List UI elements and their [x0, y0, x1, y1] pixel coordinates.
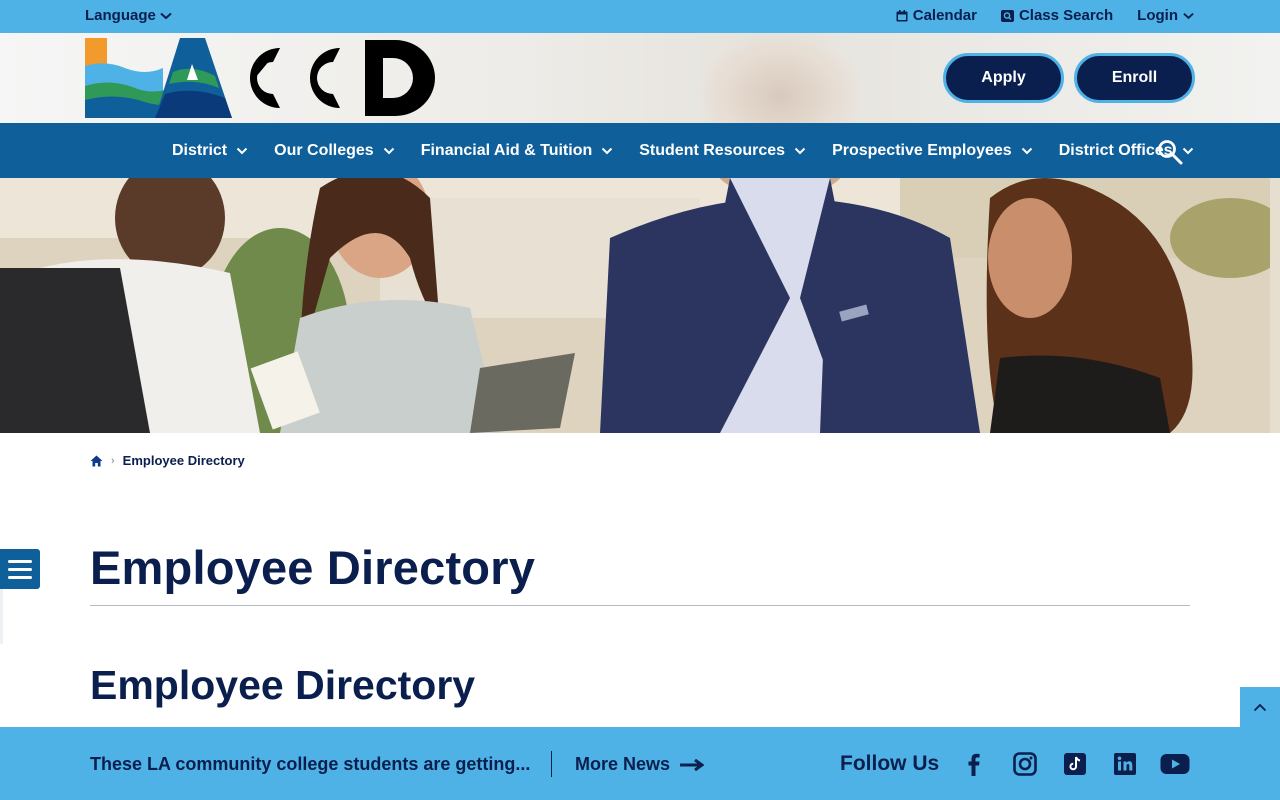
calendar-label: Calendar: [912, 7, 977, 24]
nav-label: Financial Aid & Tuition: [420, 141, 593, 159]
tiktok-icon[interactable]: [1063, 752, 1087, 776]
nav-item-prospective-employees[interactable]: Prospective Employees: [832, 142, 1033, 160]
login-menu[interactable]: Login: [1137, 7, 1194, 24]
breadcrumb-separator: ›: [111, 454, 115, 467]
more-news-label: More News: [575, 754, 671, 774]
section-title: Employee Directory: [90, 662, 476, 708]
class-search-label: Class Search: [1018, 7, 1114, 24]
nav-item-district[interactable]: District: [172, 142, 248, 160]
utility-bar: Language Calendar Class Search Login: [0, 0, 1280, 33]
nav-label: Prospective Employees: [832, 141, 1012, 159]
home-icon[interactable]: [90, 455, 103, 467]
class-search-icon: [1000, 9, 1014, 22]
breadcrumb: › Employee Directory: [90, 453, 245, 468]
nav-label: District: [172, 141, 228, 159]
hamburger-line: [8, 575, 32, 579]
search-icon[interactable]: [1157, 139, 1183, 165]
page-title: Employee Directory: [90, 541, 536, 594]
side-panel-edge: [0, 589, 3, 644]
chevron-down-icon: [1183, 12, 1194, 19]
enroll-button[interactable]: Enroll: [1074, 53, 1195, 103]
hero-people-illustration: [0, 178, 1280, 433]
site-header: Apply Enroll: [0, 33, 1280, 123]
side-menu-toggle[interactable]: [0, 549, 40, 589]
nav-item-student-resources[interactable]: Student Resources: [639, 142, 806, 160]
laccd-logo[interactable]: [85, 38, 437, 118]
chevron-down-icon: [602, 147, 613, 154]
chevron-up-icon: [1253, 703, 1267, 711]
more-news-link[interactable]: More News: [575, 754, 705, 775]
youtube-icon[interactable]: [1160, 752, 1190, 776]
class-search-link[interactable]: Class Search: [1000, 7, 1114, 24]
nav-label: Student Resources: [639, 141, 786, 159]
chevron-down-icon: [1182, 147, 1193, 154]
login-label: Login: [1137, 7, 1178, 24]
chevron-down-icon: [1021, 147, 1032, 154]
news-headline-link[interactable]: These LA community college students are …: [90, 754, 530, 775]
nav-item-our-colleges[interactable]: Our Colleges: [274, 142, 395, 160]
nav-item-financial-aid[interactable]: Financial Aid & Tuition: [421, 142, 614, 160]
news-footer-bar: These LA community college students are …: [0, 727, 1280, 800]
chevron-down-icon: [794, 147, 806, 154]
chevron-down-icon: [160, 12, 172, 19]
hamburger-line: [8, 559, 32, 563]
language-selector[interactable]: Language: [85, 7, 172, 24]
chevron-down-icon: [383, 147, 394, 154]
linkedin-icon[interactable]: [1113, 752, 1137, 776]
title-divider: [90, 605, 1190, 606]
header-background-photo: [700, 33, 860, 123]
breadcrumb-current: Employee Directory: [122, 453, 245, 468]
chevron-down-icon: [236, 147, 248, 154]
nav-label: District Offices: [1058, 141, 1173, 159]
facebook-icon[interactable]: [962, 752, 986, 776]
language-label: Language: [85, 7, 156, 24]
main-navigation: District Our Colleges Financial Aid & Tu…: [0, 123, 1280, 178]
instagram-icon[interactable]: [1013, 752, 1037, 776]
back-to-top-button[interactable]: [1240, 687, 1280, 727]
hero-image: [0, 178, 1280, 433]
arrow-right-icon: [680, 758, 705, 771]
apply-button[interactable]: Apply: [943, 53, 1064, 103]
footer-divider: [551, 751, 552, 777]
calendar-icon: [896, 9, 908, 21]
hamburger-line: [8, 567, 32, 571]
calendar-link[interactable]: Calendar: [896, 7, 977, 24]
nav-label: Our Colleges: [274, 141, 374, 159]
follow-us-label: Follow Us: [840, 752, 940, 775]
